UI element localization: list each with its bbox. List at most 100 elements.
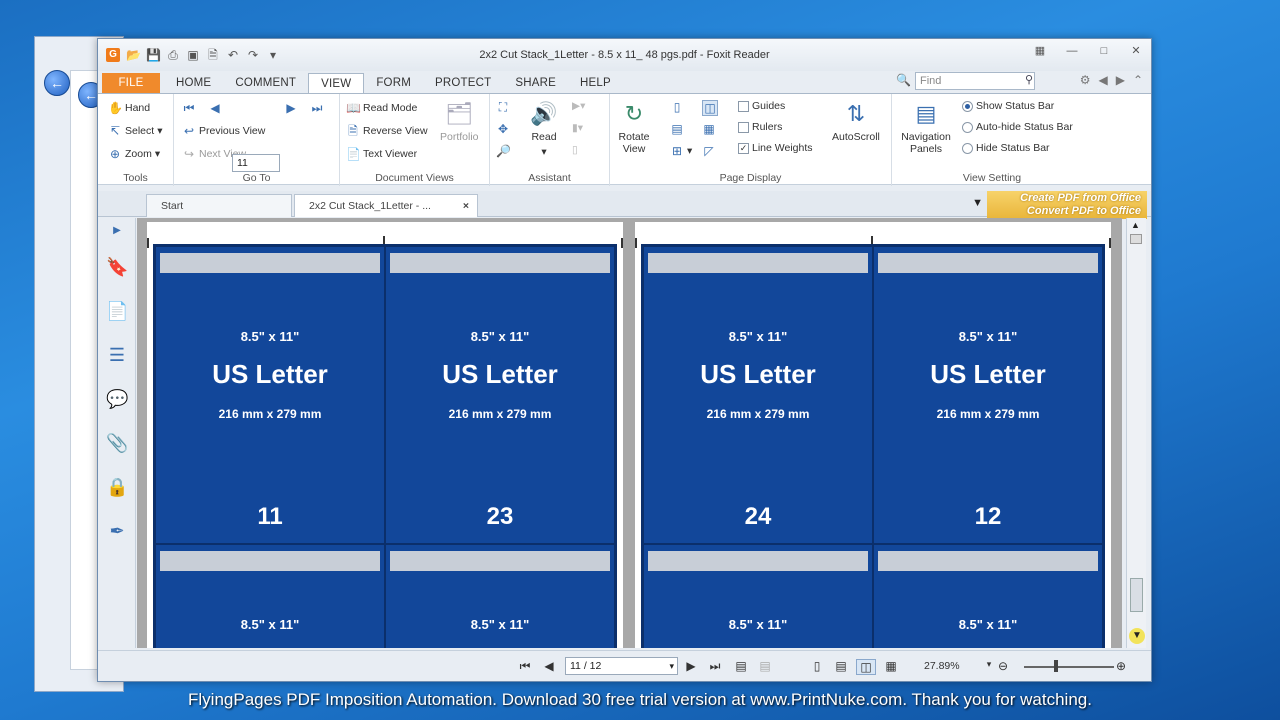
back-arrow-icon[interactable]: ← <box>44 70 70 96</box>
search-icon[interactable]: ⚲ <box>1025 73 1033 86</box>
next-view-icon[interactable]: ▤ <box>758 659 772 673</box>
page-field[interactable]: 11 / 12 ▾ <box>565 657 678 675</box>
ribbon-collapse-icon[interactable]: ⌃ <box>1133 73 1143 87</box>
facing-mode-icon[interactable]: ◫ <box>856 659 876 675</box>
rotate-view-button[interactable]: ↻ Rotate View <box>616 100 652 155</box>
tab-help[interactable]: HELP <box>568 73 623 93</box>
save-icon[interactable]: 💾 <box>146 48 161 62</box>
forward-icon[interactable]: ▶ <box>1116 73 1125 87</box>
close-tab-icon[interactable]: × <box>463 195 469 217</box>
magnifier-button[interactable]: 🔎 <box>496 144 511 158</box>
rulers-checkbox[interactable]: Rulers <box>738 121 782 133</box>
create-pdf-icon[interactable]: 🗎 <box>206 48 220 62</box>
read-option-1[interactable]: ▶▾ <box>572 100 585 112</box>
next-page-icon[interactable]: ▶ <box>684 659 698 673</box>
scroll-up-icon[interactable]: ▲ <box>1131 220 1140 230</box>
scrollbar-thumb[interactable] <box>1130 578 1143 612</box>
tab-share[interactable]: SHARE <box>503 73 568 93</box>
next-page-button[interactable]: ▶ <box>284 101 298 115</box>
zoom-out-icon[interactable]: ⊖ <box>996 659 1010 673</box>
auto-hide-status-bar-radio[interactable]: Auto-hide Status Bar <box>962 121 1073 133</box>
previous-view-icon[interactable]: ▤ <box>734 659 748 673</box>
zoom-dropdown-icon[interactable]: ▾ <box>982 659 996 670</box>
previous-view-button[interactable]: ↩ Previous View <box>182 124 265 138</box>
single-page-mode-icon[interactable]: ▯ <box>810 659 824 673</box>
print-icon[interactable]: ⎙ <box>166 48 180 62</box>
layers-icon[interactable]: ☰ <box>106 344 128 366</box>
read-option-3[interactable]: ▯ <box>572 144 578 156</box>
show-status-bar-radio[interactable]: Show Status Bar <box>962 100 1054 112</box>
tab-form[interactable]: FORM <box>364 73 423 93</box>
back-icon[interactable]: ◀ <box>1098 73 1107 87</box>
tab-document[interactable]: 2x2 Cut Stack_1Letter - ... × <box>294 194 478 217</box>
last-page-button[interactable]: ⏭ <box>310 101 324 115</box>
portfolio-button[interactable]: 🗂 Portfolio <box>440 100 479 143</box>
close-button[interactable]: ✕ <box>1127 43 1145 59</box>
text-viewer-button[interactable]: 📄 Text Viewer <box>346 147 417 161</box>
settings-gear-icon[interactable]: ⚙ <box>1080 73 1091 87</box>
read-button[interactable]: 🔊 Read ▾ <box>530 100 558 158</box>
guides-checkbox[interactable]: Guides <box>738 100 785 112</box>
screenshot-icon[interactable]: ▣ <box>186 48 200 62</box>
read-option-2[interactable]: ▮▾ <box>572 122 583 134</box>
continuous-facing-mode-icon[interactable]: ▦ <box>884 659 898 673</box>
tab-list-dropdown-icon[interactable]: ▼ <box>972 197 983 209</box>
line-weights-checkbox[interactable]: ✓ Line Weights <box>738 142 813 154</box>
find-options-icon[interactable]: 🔍 <box>896 73 911 87</box>
split-button[interactable]: ⊞ ▾ <box>670 144 692 158</box>
document-viewer[interactable]: 8.5" x 11" US Letter 216 mm x 279 mm 11 8.5… <box>137 218 1122 648</box>
single-page-button[interactable]: ▯ <box>670 100 684 114</box>
scroll-down-icon[interactable]: ▼ <box>1129 628 1145 644</box>
prev-page-button[interactable]: ◀ <box>208 101 222 115</box>
hide-status-bar-radio[interactable]: Hide Status Bar <box>962 142 1050 154</box>
layout-icon[interactable]: ▦ <box>1031 43 1049 59</box>
minimize-button[interactable]: — <box>1063 43 1081 59</box>
tab-home[interactable]: HOME <box>164 73 223 93</box>
cover-page-button[interactable]: ◸ <box>702 144 716 158</box>
tab-protect[interactable]: PROTECT <box>423 73 503 93</box>
autoscroll-button[interactable]: ⇅ AutoScroll <box>832 100 880 143</box>
zoom-in-icon[interactable]: ⊕ <box>1114 659 1128 673</box>
tab-view[interactable]: VIEW <box>308 73 365 93</box>
expand-arrow-icon[interactable]: ▶ <box>106 220 128 242</box>
signature-icon[interactable]: ✒ <box>106 520 128 542</box>
redo-icon[interactable]: ↷ <box>246 48 260 62</box>
pages-icon[interactable]: 📄 <box>106 300 128 322</box>
zoom-slider-knob[interactable] <box>1054 660 1058 672</box>
zoom-button[interactable]: ⊕ Zoom ▾ <box>108 147 160 161</box>
foxit-logo-icon[interactable]: G <box>106 48 120 62</box>
page-number-input[interactable]: 11 <box>232 154 280 172</box>
reverse-view-button[interactable]: 🗎 Reverse View <box>346 124 427 138</box>
comments-icon[interactable]: 💬 <box>106 388 128 410</box>
hand-button[interactable]: ✋ Hand <box>108 101 150 115</box>
marquee-button[interactable]: ⛶ <box>496 100 510 114</box>
promo-banner[interactable]: Create PDF from Office Convert PDF to Off… <box>987 191 1147 219</box>
lock-icon[interactable]: 🔒 <box>106 476 128 498</box>
zoom-slider[interactable] <box>1024 666 1114 668</box>
vertical-scrollbar[interactable]: ▲ ▼ <box>1126 218 1146 648</box>
find-input[interactable]: Find <box>915 72 1035 90</box>
select-button[interactable]: ↸ Select ▾ <box>108 124 163 138</box>
loupe-button[interactable]: ✥ <box>496 122 510 136</box>
last-page-icon[interactable]: ⏭ <box>708 659 722 674</box>
zoom-level[interactable]: 27.89% <box>924 660 960 672</box>
bookmarks-icon[interactable]: 🔖 <box>106 256 128 278</box>
continuous-mode-icon[interactable]: ▤ <box>834 659 848 673</box>
continuous-button[interactable]: ▤ <box>670 122 684 136</box>
continuous-facing-button[interactable]: ▦ <box>702 122 716 136</box>
first-page-button[interactable]: ⏮ <box>182 101 196 115</box>
split-handle[interactable] <box>1130 234 1142 244</box>
attachments-icon[interactable]: 📎 <box>106 432 128 454</box>
open-icon[interactable]: 📂 <box>126 48 141 62</box>
first-page-icon[interactable]: ⏮ <box>518 659 532 674</box>
customize-dropdown-icon[interactable]: ▾ <box>266 48 280 62</box>
tab-comment[interactable]: COMMENT <box>223 73 308 93</box>
maximize-button[interactable]: □ <box>1095 43 1113 59</box>
facing-button[interactable]: ◫ <box>702 100 718 116</box>
tab-start[interactable]: Start <box>146 194 292 217</box>
tab-file[interactable]: FILE <box>102 73 160 93</box>
prev-page-icon[interactable]: ◀ <box>542 659 556 673</box>
read-mode-button[interactable]: 📖 Read Mode <box>346 101 417 115</box>
undo-icon[interactable]: ↶ <box>226 48 240 62</box>
navigation-panels-button[interactable]: ▤ Navigation Panels <box>896 100 956 155</box>
